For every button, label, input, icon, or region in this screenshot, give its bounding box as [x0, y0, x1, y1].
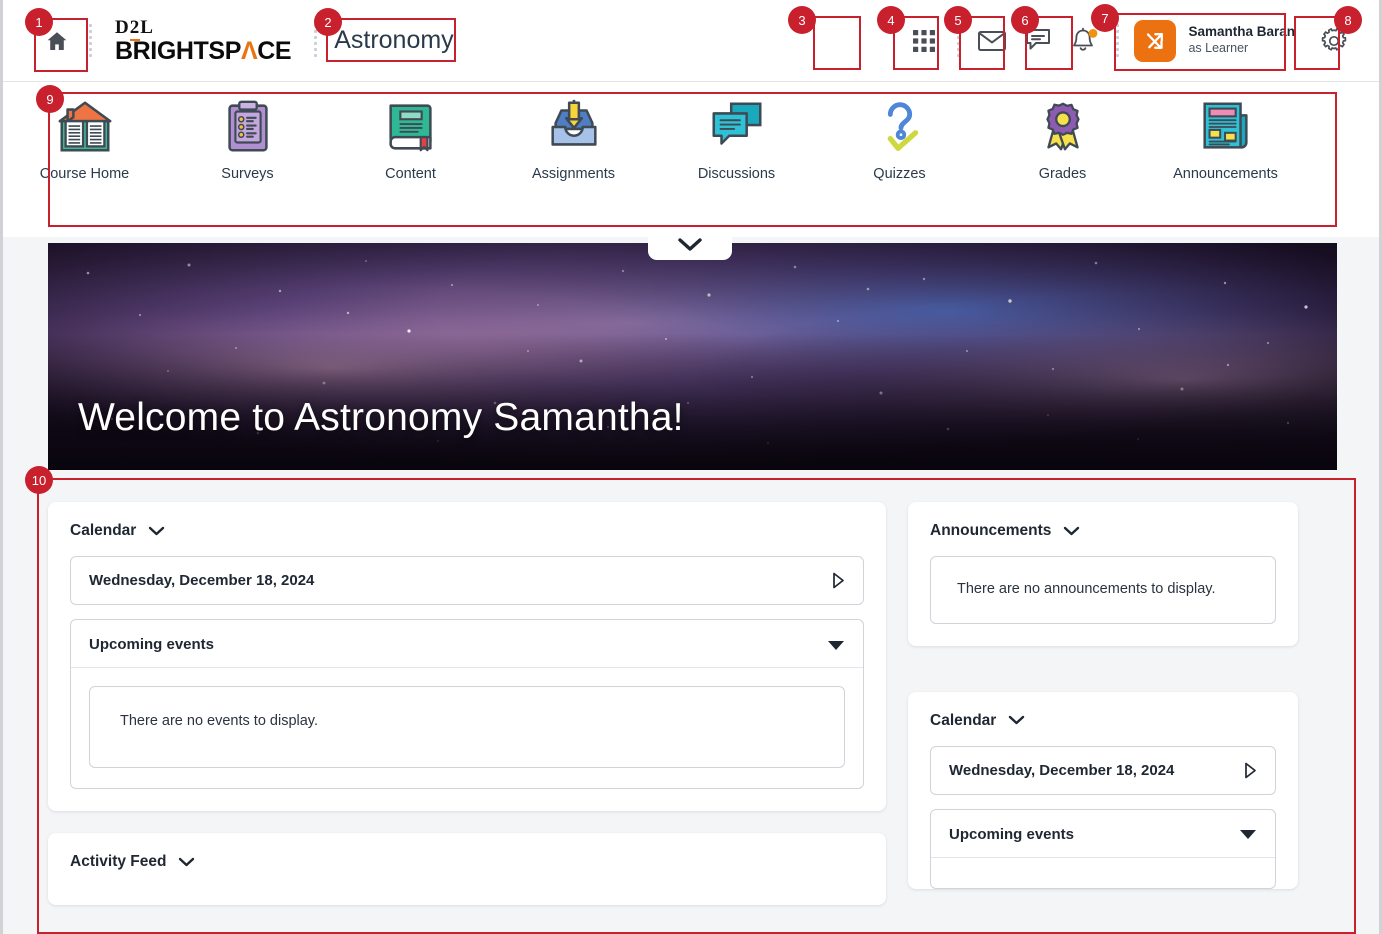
- closed-book-icon: [388, 104, 432, 152]
- nav-item-assignments[interactable]: Assignments: [492, 96, 655, 182]
- nav-item-course-home[interactable]: Course Home: [3, 96, 166, 182]
- callout-badge-5: 5: [944, 6, 972, 34]
- play-triangle-icon[interactable]: [832, 572, 845, 589]
- callout-badge-7: 7: [1091, 4, 1119, 32]
- upcoming-events-panel: Upcoming events There are no events to d…: [70, 619, 864, 789]
- chevron-down-icon[interactable]: [148, 526, 165, 537]
- nav-item-discussions[interactable]: Discussions: [655, 96, 818, 182]
- swap-arrows-icon: [1147, 32, 1164, 49]
- nav-item-quizzes[interactable]: Quizzes: [818, 96, 981, 182]
- caret-down-filled-icon[interactable]: [1239, 828, 1257, 840]
- course-banner: Welcome to Astronomy Samantha!: [48, 243, 1337, 470]
- callout-badge-3: 3: [788, 6, 816, 34]
- callout-badge-1: 1: [25, 8, 53, 36]
- newspaper-icon: [1202, 102, 1248, 149]
- chevron-down-icon: [678, 237, 702, 251]
- calendar-right-date-row[interactable]: Wednesday, December 18, 2024: [930, 745, 1276, 795]
- calendar-widget-right: Calendar Wednesday, December 18, 2024 Up…: [908, 691, 1298, 889]
- question-mark-check-icon: [887, 102, 918, 151]
- logo-brightspace: BRIGHTSPΛCE: [115, 36, 292, 65]
- activity-feed-header: Activity Feed: [70, 853, 864, 871]
- header-left-group: D2L BRIGHTSPΛCE Astronomy: [3, 16, 462, 65]
- nav-label: Assignments: [531, 166, 615, 182]
- nav-label: Announcements: [1173, 166, 1278, 182]
- course-name-link[interactable]: Astronomy: [326, 24, 461, 57]
- avatar: [1134, 19, 1177, 62]
- nav-item-announcements[interactable]: Announcements: [1144, 96, 1307, 182]
- upcoming-events-header-right[interactable]: Upcoming events: [931, 810, 1275, 858]
- speech-bubbles-icon: [711, 102, 762, 145]
- user-profile-menu[interactable]: Samantha Baran as Learner: [1128, 16, 1305, 66]
- email-button[interactable]: [969, 18, 1015, 64]
- callout-badge-9: 9: [36, 85, 64, 113]
- envelope-icon: [978, 30, 1007, 51]
- announcements-empty-message: There are no announcements to display.: [930, 556, 1276, 624]
- banner-title: Welcome to Astronomy Samantha!: [78, 396, 684, 439]
- app-root: D2L BRIGHTSPΛCE Astronomy Samantha Baran…: [0, 0, 1382, 934]
- callout-badge-6: 6: [1011, 6, 1039, 34]
- callout-badge-8: 8: [1334, 6, 1362, 34]
- logo-d2l: D2L: [115, 16, 291, 41]
- global-header: D2L BRIGHTSPΛCE Astronomy Samantha Baran…: [3, 0, 1379, 82]
- bell-icon: [1073, 27, 1098, 51]
- award-ribbon-icon: [1045, 102, 1080, 151]
- header-right-group: Samantha Baran as Learner: [901, 16, 1379, 66]
- calendar-date-row[interactable]: Wednesday, December 18, 2024: [70, 556, 864, 605]
- upcoming-events-title-right: Upcoming events: [949, 825, 1075, 843]
- announcements-widget-title: Announcements: [930, 522, 1052, 539]
- header-separator-1: [88, 19, 92, 63]
- announcements-widget: Announcements There are no announcements…: [908, 502, 1298, 646]
- calendar-right-title: Calendar: [930, 711, 997, 729]
- user-role: as Learner: [1188, 41, 1249, 56]
- nav-item-surveys[interactable]: Surveys: [166, 96, 329, 182]
- activity-feed-title: Activity Feed: [70, 853, 167, 870]
- announcements-widget-header: Announcements: [930, 522, 1276, 540]
- widget-column-right: Announcements There are no announcements…: [908, 502, 1298, 934]
- calendar-widget-title: Calendar: [70, 522, 137, 539]
- navbar-collapse-button[interactable]: [648, 227, 732, 260]
- nav-label: Surveys: [221, 166, 274, 182]
- calendar-date: Wednesday, December 18, 2024: [89, 572, 315, 589]
- callout-badge-2: 2: [314, 8, 342, 36]
- events-empty-message: There are no events to display.: [89, 686, 845, 768]
- nav-item-grades[interactable]: Grades: [981, 96, 1144, 182]
- caret-down-filled-icon[interactable]: [827, 639, 845, 651]
- calendar-widget: Calendar Wednesday, December 18, 2024 Up…: [48, 502, 886, 811]
- callout-badge-4: 4: [877, 6, 905, 34]
- activity-feed-widget: Activity Feed: [48, 833, 886, 905]
- clipboard-checklist-icon: [227, 100, 268, 152]
- play-triangle-icon[interactable]: [1244, 762, 1257, 779]
- nav-label: Quizzes: [873, 166, 926, 182]
- inbox-tray-down-arrow-icon: [550, 99, 597, 146]
- upcoming-events-panel-right: Upcoming events: [930, 808, 1276, 889]
- calendar-right-date: Wednesday, December 18, 2024: [949, 761, 1175, 779]
- callout-badge-10: 10: [25, 466, 53, 494]
- upcoming-events-title: Upcoming events: [89, 636, 215, 653]
- calendar-right-header: Calendar: [930, 712, 1276, 730]
- upcoming-events-header[interactable]: Upcoming events: [71, 620, 863, 668]
- calendar-widget-header: Calendar: [70, 522, 864, 540]
- brightspace-logo[interactable]: D2L BRIGHTSPΛCE: [115, 16, 292, 65]
- user-name: Samantha Baran: [1188, 24, 1295, 40]
- upcoming-events-body-right: [931, 858, 1275, 888]
- open-book-house-icon: [58, 101, 111, 152]
- nav-item-content[interactable]: Content: [329, 96, 492, 182]
- user-meta: Samantha Baran as Learner: [1188, 24, 1295, 57]
- nav-label: Discussions: [697, 166, 776, 182]
- chevron-down-icon[interactable]: [1063, 526, 1080, 537]
- nav-label: Course Home: [39, 166, 130, 182]
- chevron-down-icon[interactable]: [1008, 715, 1025, 726]
- course-selector-button[interactable]: [901, 18, 947, 64]
- nav-label: Content: [385, 166, 436, 182]
- nav-label: Grades: [1038, 166, 1087, 182]
- grid-apps-icon: [913, 29, 936, 52]
- widget-column-left: Calendar Wednesday, December 18, 2024 Up…: [48, 502, 886, 934]
- chevron-down-icon[interactable]: [178, 857, 195, 868]
- course-navbar: Course Home Surveys Content Assignments …: [3, 82, 1379, 237]
- homepage-widgets: Calendar Wednesday, December 18, 2024 Up…: [26, 480, 1356, 934]
